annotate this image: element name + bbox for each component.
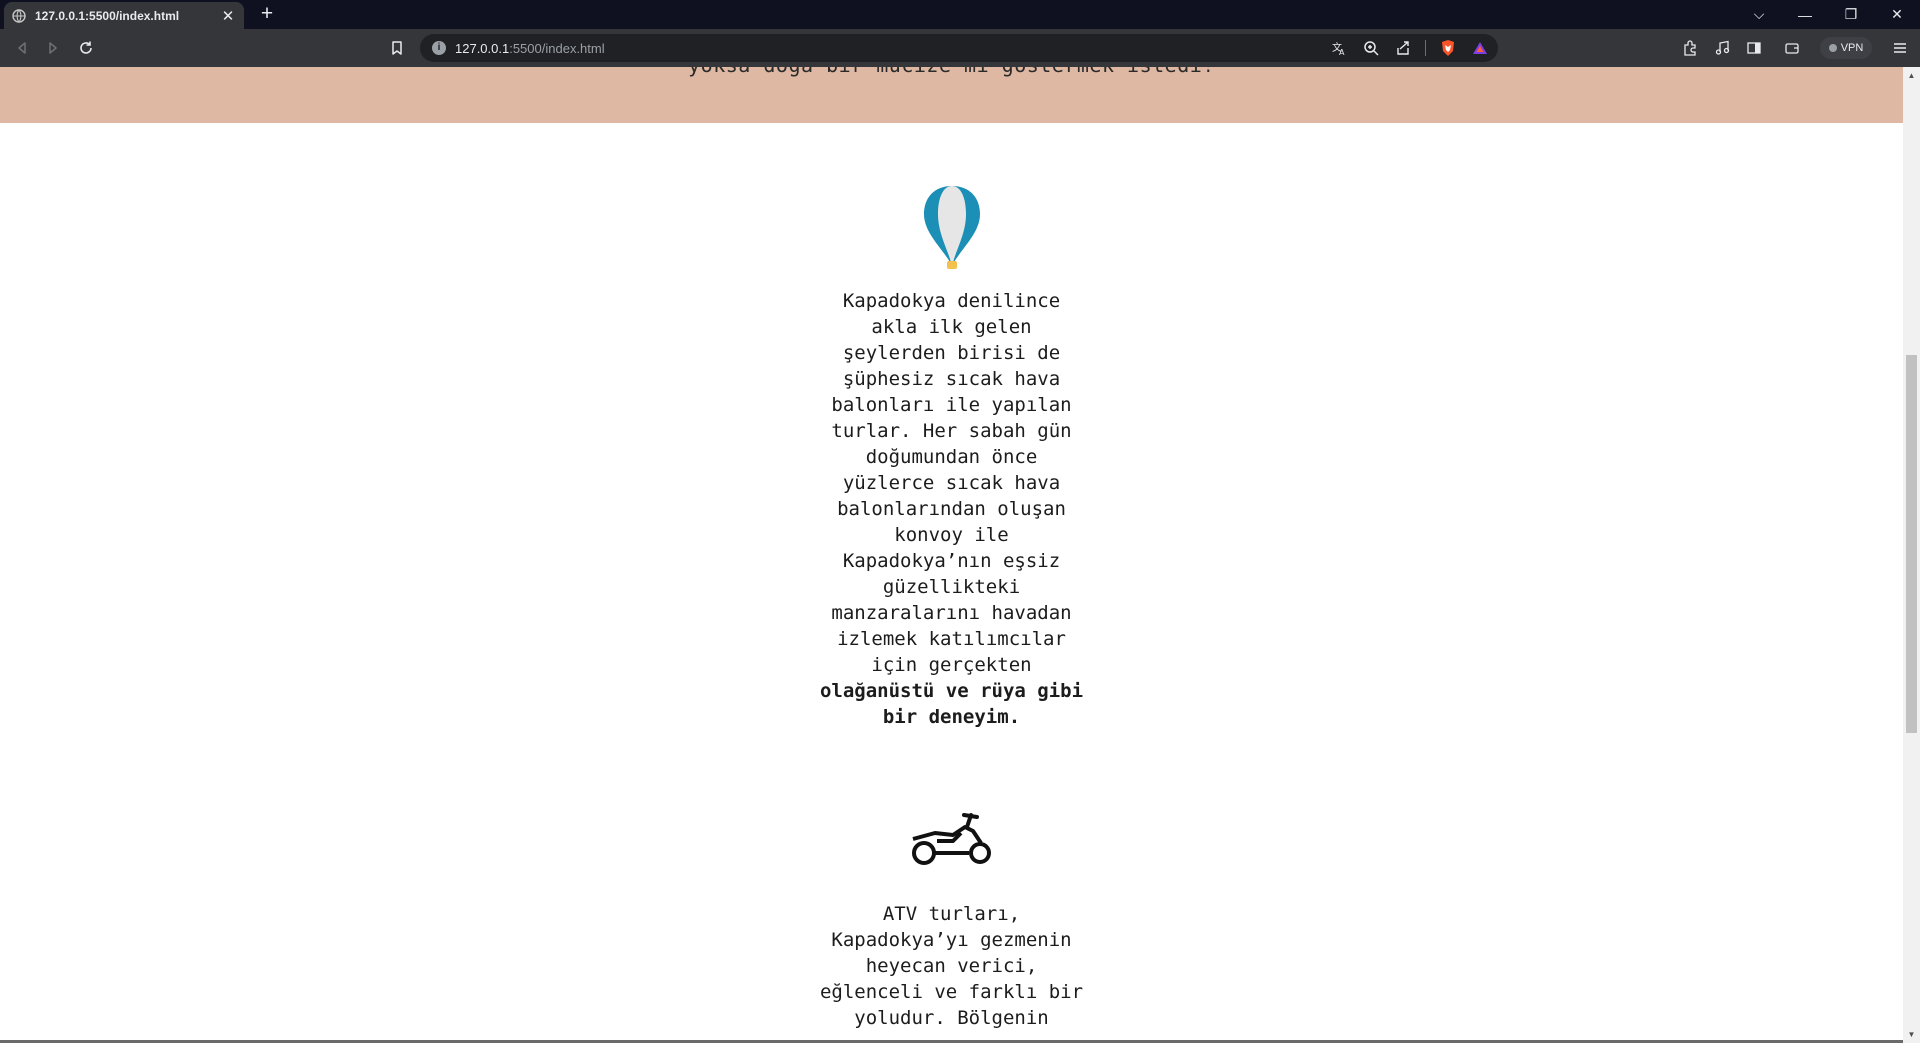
tab-close-icon[interactable]: ✕ [220, 7, 236, 25]
balloon-paragraph: Kapadokya denilince akla ilk gelen şeyle… [819, 288, 1084, 730]
browser-toolbar: i 127.0.0.1 :5500/index.html 文A VPN [0, 29, 1920, 67]
vpn-label: VPN [1840, 42, 1864, 54]
hot-air-balloon-icon [800, 184, 1103, 270]
tab-title: 127.0.0.1:5500/index.html [35, 8, 180, 23]
scroll-down-icon[interactable]: ▼ [1903, 1026, 1920, 1043]
tab-search-dropdown-icon[interactable]: ⌵ [1736, 0, 1782, 29]
address-bar[interactable]: i 127.0.0.1 :5500/index.html 文A [420, 34, 1498, 62]
balloon-feature: Kapadokya denilince akla ilk gelen şeyle… [800, 184, 1103, 730]
translate-icon[interactable]: 文A [1329, 38, 1349, 58]
hero-text: yoksa doğa bir mucize mi göstermek isted… [0, 67, 1903, 77]
hero-section: yoksa doğa bir mucize mi göstermek isted… [0, 67, 1903, 123]
balloon-bold-text: olağanüstü ve rüya gibi bir deneyim. [819, 680, 1084, 728]
vpn-button[interactable]: VPN [1820, 37, 1872, 59]
restore-button[interactable]: ❐ [1828, 0, 1874, 29]
atv-feature: ATV turları, Kapadokya’yı gezmenin heyec… [800, 811, 1103, 1031]
globe-icon [12, 8, 26, 23]
forward-icon[interactable] [41, 36, 65, 60]
brave-shields-icon[interactable] [1438, 38, 1458, 58]
vpn-status-icon [1828, 44, 1837, 52]
back-icon[interactable] [10, 36, 34, 60]
reload-icon[interactable] [74, 36, 98, 60]
media-icon[interactable] [1712, 38, 1732, 58]
close-window-button[interactable]: ✕ [1874, 0, 1920, 29]
brave-rewards-icon[interactable] [1470, 38, 1490, 58]
active-tab[interactable]: 127.0.0.1:5500/index.html ✕ [4, 2, 244, 29]
tab-strip: 127.0.0.1:5500/index.html ✕ + ⌵ — ❐ ✕ [0, 0, 1920, 29]
sidebar-icon[interactable] [1744, 38, 1764, 58]
url-host: 127.0.0.1 [455, 40, 510, 56]
new-tab-button[interactable]: + [256, 3, 278, 25]
atv-text: ATV turları, Kapadokya’yı gezmenin heyec… [819, 903, 1084, 1029]
scroll-thumb[interactable] [1906, 355, 1917, 733]
extensions-icon[interactable] [1680, 38, 1700, 58]
bookmark-icon[interactable] [385, 36, 409, 60]
url-path: :5500/index.html [509, 40, 605, 56]
atv-icon [800, 811, 1103, 867]
scroll-up-icon[interactable]: ▲ [1903, 67, 1920, 84]
atv-paragraph: ATV turları, Kapadokya’yı gezmenin heyec… [819, 901, 1084, 1031]
menu-icon[interactable] [1890, 38, 1910, 58]
divider [1425, 40, 1426, 56]
vertical-scrollbar[interactable]: ▲ ▼ [1903, 67, 1920, 1043]
minimize-button[interactable]: — [1782, 0, 1828, 29]
site-info-icon[interactable]: i [432, 41, 446, 55]
wallet-icon[interactable] [1782, 38, 1802, 58]
share-icon[interactable] [1393, 38, 1413, 58]
balloon-text: Kapadokya denilince akla ilk gelen şeyle… [831, 290, 1072, 676]
page-viewport: yoksa doğa bir mucize mi göstermek isted… [0, 67, 1903, 1043]
zoom-icon[interactable] [1361, 38, 1381, 58]
svg-text:A: A [1339, 48, 1345, 56]
